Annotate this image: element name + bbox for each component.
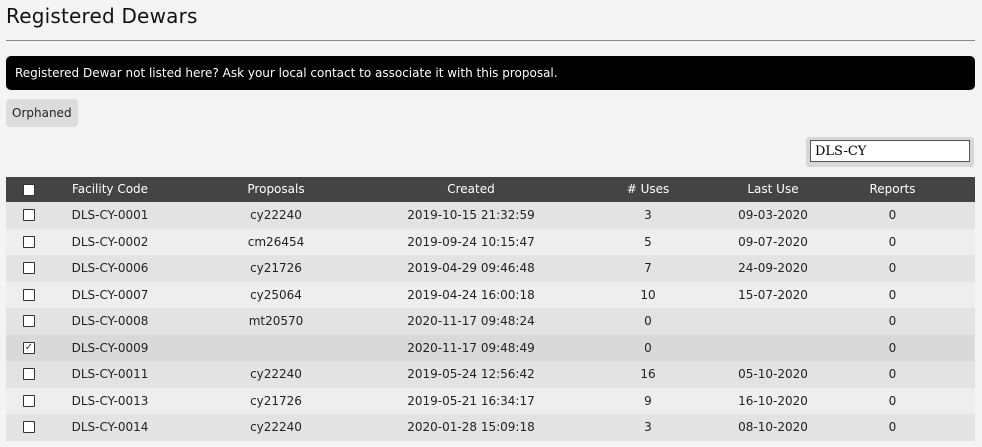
notice-banner: Registered Dewar not listed here? Ask yo… [6, 56, 975, 90]
row-checkbox[interactable] [23, 315, 35, 328]
created-cell: 2019-04-24 16:00:18 [407, 287, 535, 302]
proposals-cell [170, 335, 382, 362]
uses-cell: 16 [640, 367, 656, 381]
facility-code-cell: DLS-CY-0006 [71, 261, 149, 275]
table-row[interactable]: DLS-CY-0001 cy22240 2019-10-15 21:32:59 3 09… [6, 202, 975, 229]
last-use-cell: 16-10-2020 [738, 393, 808, 408]
proposals-cell: cy21726 [250, 393, 302, 408]
select-all-cell [6, 177, 50, 202]
dewars-table: Facility Code Proposals Created # Uses L… [6, 177, 975, 441]
reports-cell: 0 [888, 393, 897, 408]
search-input[interactable] [810, 140, 970, 162]
created-cell: 2019-10-15 21:32:59 [407, 208, 535, 222]
row-checkbox[interactable] [23, 262, 35, 275]
reports-cell: 0 [888, 261, 897, 275]
proposals-cell: cy25064 [250, 287, 302, 302]
row-select-cell [6, 282, 50, 309]
column-header-uses[interactable]: # Uses [560, 177, 736, 202]
proposals-cell: cy22240 [250, 208, 302, 222]
row-checkbox[interactable] [23, 421, 35, 434]
row-select-cell [6, 414, 50, 441]
table-body: DLS-CY-0001 cy22240 2019-10-15 21:32:59 3 09… [6, 202, 975, 441]
created-cell: 2019-04-29 09:46:48 [407, 261, 535, 275]
row-select-cell [6, 361, 50, 388]
table-row[interactable]: DLS-CY-0002 cm26454 2019-09-24 10:15:47 5 09… [6, 228, 975, 256]
uses-cell: 3 [644, 208, 652, 222]
proposals-cell: mt20570 [248, 314, 304, 328]
uses-cell: 7 [644, 261, 652, 275]
column-header-facility-code[interactable]: Facility Code [50, 177, 170, 202]
uses-cell: 10 [640, 287, 656, 302]
reports-cell: 0 [888, 367, 897, 381]
table-row[interactable]: DLS-CY-0006 cy21726 2019-04-29 09:46:48 7 24… [6, 255, 975, 282]
created-cell: 2019-05-21 16:34:17 [407, 393, 535, 408]
uses-cell: 0 [644, 340, 652, 355]
row-checkbox[interactable] [23, 288, 35, 301]
last-use-cell: 09-07-2020 [738, 234, 808, 249]
last-use-cell [736, 308, 810, 335]
created-cell: 2019-09-24 10:15:47 [407, 234, 535, 249]
created-cell: 2020-11-17 09:48:24 [407, 314, 535, 328]
last-use-cell: 24-09-2020 [738, 261, 808, 275]
row-select-cell: ✓ [6, 335, 50, 362]
select-all-checkbox[interactable] [23, 183, 35, 196]
row-select-cell [6, 388, 50, 415]
table-header: Facility Code Proposals Created # Uses L… [6, 177, 975, 202]
created-cell: 2020-11-17 09:48:49 [407, 340, 535, 355]
title-divider [6, 40, 975, 41]
reports-cell: 0 [888, 420, 897, 434]
proposals-cell: cm26454 [247, 234, 305, 249]
table-row[interactable]: DLS-CY-0011 cy22240 2019-05-24 12:56:42 16 0… [6, 361, 975, 388]
column-header-last-use[interactable]: Last Use [736, 177, 810, 202]
facility-code-cell: DLS-CY-0013 [71, 393, 149, 408]
facility-code-cell: DLS-CY-0009 [71, 340, 149, 355]
last-use-cell: 08-10-2020 [738, 420, 808, 434]
row-checkbox[interactable] [23, 235, 35, 248]
orphaned-button[interactable]: Orphaned [6, 99, 78, 127]
table-row[interactable]: DLS-CY-0013 cy21726 2019-05-21 16:34:17 9 16… [6, 387, 975, 415]
proposals-cell: cy22240 [250, 420, 302, 434]
row-checkbox[interactable] [23, 209, 35, 222]
reports-cell: 0 [888, 314, 897, 328]
last-use-cell [736, 335, 810, 362]
row-select-cell [6, 308, 50, 335]
facility-code-cell: DLS-CY-0008 [71, 314, 149, 328]
facility-code-cell: DLS-CY-0001 [71, 208, 149, 222]
created-cell: 2020-01-28 15:09:18 [407, 420, 535, 434]
uses-cell: 5 [644, 234, 652, 249]
table-row[interactable]: DLS-CY-0008 mt20570 2020-11-17 09:48:24 0 0 [6, 308, 975, 335]
column-header-proposals[interactable]: Proposals [170, 177, 382, 202]
row-checkbox[interactable] [23, 368, 35, 381]
page-title: Registered Dewars [6, 4, 198, 28]
column-header-reports[interactable]: Reports [810, 177, 975, 202]
row-select-cell [6, 202, 50, 229]
row-checkbox[interactable] [23, 394, 35, 407]
reports-cell: 0 [888, 340, 897, 355]
facility-code-cell: DLS-CY-0007 [71, 287, 149, 302]
facility-code-cell: DLS-CY-0002 [71, 234, 149, 249]
table-row[interactable]: DLS-CY-0007 cy25064 2019-04-24 16:00:18 10 1… [6, 281, 975, 309]
last-use-cell: 05-10-2020 [738, 367, 808, 381]
table-row[interactable]: ✓ DLS-CY-0009 2020-11-17 09:48:49 0 0 [6, 334, 975, 362]
proposals-cell: cy22240 [250, 367, 302, 381]
last-use-cell: 09-03-2020 [738, 208, 808, 222]
uses-cell: 3 [644, 420, 652, 434]
column-header-created[interactable]: Created [382, 177, 560, 202]
facility-code-cell: DLS-CY-0014 [71, 420, 149, 434]
reports-cell: 0 [888, 287, 897, 302]
created-cell: 2019-05-24 12:56:42 [407, 367, 535, 381]
row-checkbox-checked[interactable]: ✓ [23, 341, 35, 354]
uses-cell: 9 [644, 393, 652, 408]
table-row[interactable]: DLS-CY-0014 cy22240 2020-01-28 15:09:18 3 08… [6, 414, 975, 441]
row-select-cell [6, 255, 50, 282]
uses-cell: 0 [644, 314, 652, 328]
last-use-cell: 15-07-2020 [738, 287, 808, 302]
search-box [806, 137, 974, 167]
proposals-cell: cy21726 [250, 261, 302, 275]
reports-cell: 0 [888, 208, 897, 222]
facility-code-cell: DLS-CY-0011 [71, 367, 149, 381]
reports-cell: 0 [888, 234, 897, 249]
row-select-cell [6, 229, 50, 256]
